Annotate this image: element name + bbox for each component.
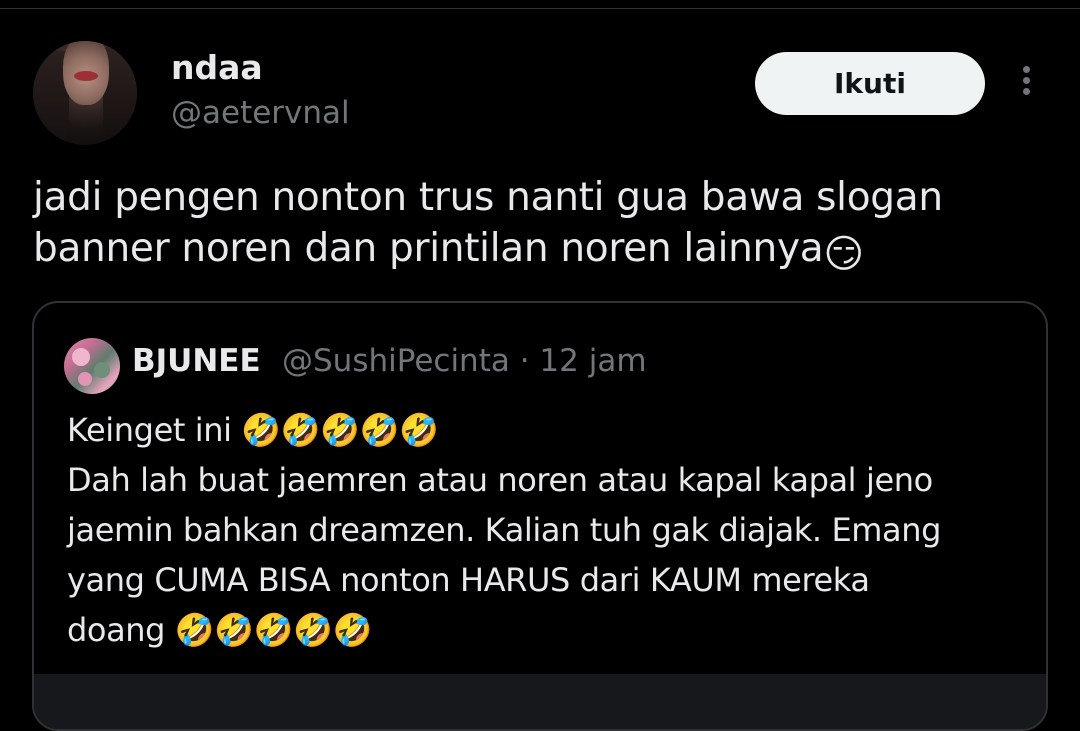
smirk-emoji: 😏 — [823, 232, 864, 277]
quoted-author-handle: @SushiPecinta — [282, 343, 510, 379]
quoted-text-line-3: jaemin bahkan dreamzen. Kalian tuh gak d… — [67, 511, 942, 549]
quoted-text-line-2: Dah lah buat jaemren atau noren atau kap… — [67, 461, 933, 499]
quoted-text-line-1: Keinget ini 🤣🤣🤣🤣🤣 — [67, 411, 439, 449]
quoted-post-text: Keinget ini 🤣🤣🤣🤣🤣 Dah lah buat jaemren a… — [67, 405, 1027, 655]
author-display-name[interactable]: ndaa — [171, 48, 263, 88]
quoted-author-avatar — [64, 338, 120, 394]
author-avatar[interactable] — [33, 41, 137, 145]
quoted-text-line-4: yang CUMA BISA nonton HARUS dari KAUM me… — [67, 561, 870, 599]
quoted-post-card[interactable]: BJUNEE @SushiPecinta · 12 jam Keinget in… — [32, 301, 1048, 731]
quoted-post-timestamp: 12 jam — [539, 343, 647, 379]
post-text-line-2: banner noren dan printilan noren lainnya — [33, 226, 824, 271]
quoted-media-preview[interactable] — [34, 674, 1046, 729]
quoted-author-display-name: BJUNEE — [132, 343, 261, 379]
quoted-text-line-5: doang 🤣🤣🤣🤣🤣 — [67, 611, 373, 649]
follow-button[interactable]: Ikuti — [755, 52, 985, 115]
post-text: jadi pengen nonton trus nanti gua bawa s… — [33, 172, 1033, 280]
post-text-line-1: jadi pengen nonton trus nanti gua bawa s… — [33, 175, 943, 220]
more-vertical-icon[interactable] — [1012, 62, 1040, 106]
author-handle[interactable]: @aetervnal — [171, 93, 350, 133]
top-divider — [0, 8, 1080, 9]
meta-separator: · — [509, 343, 540, 379]
quoted-author-meta: @SushiPecinta · 12 jam — [282, 341, 647, 381]
